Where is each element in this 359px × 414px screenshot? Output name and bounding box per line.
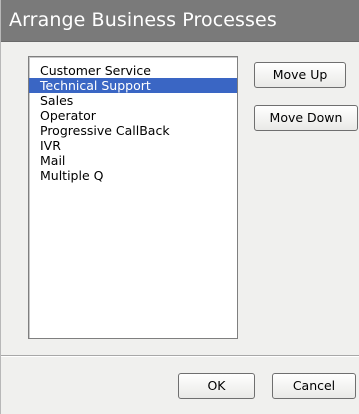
- title-bar[interactable]: Arrange Business Processes: [1, 0, 359, 42]
- list-item[interactable]: Operator: [29, 108, 237, 123]
- list-item[interactable]: Mail: [29, 153, 237, 168]
- dialog-title: Arrange Business Processes: [9, 9, 277, 31]
- list-item[interactable]: Technical Support: [29, 78, 237, 93]
- business-process-list[interactable]: Customer Service Technical Support Sales Op…: [28, 56, 238, 339]
- move-down-button[interactable]: Move Down: [254, 105, 358, 131]
- list-item[interactable]: Progressive CallBack: [29, 123, 237, 138]
- list-item[interactable]: Sales: [29, 93, 237, 108]
- ok-button[interactable]: OK: [178, 373, 255, 399]
- list-item[interactable]: Customer Service: [29, 63, 237, 78]
- list-item[interactable]: Multiple Q: [29, 168, 237, 183]
- cancel-button[interactable]: Cancel: [272, 373, 356, 399]
- move-up-button[interactable]: Move Up: [254, 62, 346, 88]
- footer-separator: [1, 355, 359, 357]
- list-item[interactable]: IVR: [29, 138, 237, 153]
- arrange-business-processes-dialog: Arrange Business Processes Customer Serv…: [0, 0, 359, 414]
